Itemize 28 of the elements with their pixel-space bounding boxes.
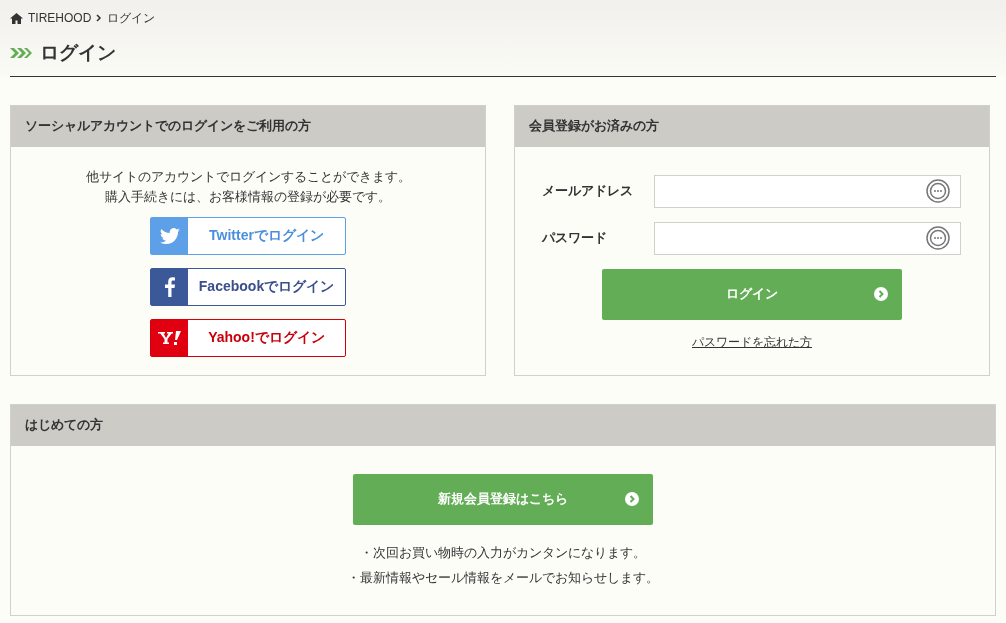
benefit-text: ・最新情報やセール情報をメールでお知らせします。	[347, 568, 659, 587]
dots-circle-icon	[926, 179, 950, 203]
arrow-circle-icon	[874, 286, 888, 301]
panel-heading: ソーシャルアカウントでのログインをご利用の方	[11, 105, 485, 147]
social-login-button[interactable]: Yahoo!でログイン	[150, 318, 346, 357]
chevron-right-icon	[96, 14, 103, 22]
panel-heading: はじめての方	[11, 404, 995, 446]
dots-circle-icon	[926, 226, 950, 250]
field-label: パスワード	[542, 229, 608, 248]
chevrons-icon	[10, 47, 32, 60]
letter-f-icon	[164, 276, 175, 297]
yahoo-logo-icon	[157, 329, 182, 346]
input-field[interactable]	[654, 221, 961, 255]
forgot-password-link[interactable]: パスワードを忘れた方	[692, 332, 812, 351]
bird-icon	[159, 227, 180, 244]
input-field[interactable]	[654, 174, 961, 208]
page-title: ログイン	[40, 41, 116, 65]
panel-heading: 会員登録がお済みの方	[515, 105, 989, 147]
description-text: 他サイトのアカウントでログインすることができます。	[85, 167, 411, 186]
breadcrumb-link[interactable]: TIREHOOD	[28, 9, 92, 27]
arrow-circle-icon	[625, 491, 639, 506]
social-login-button[interactable]: Facebookでログイン	[150, 267, 346, 306]
benefit-text: ・次回お買い物時の入力がカンタンになります。	[360, 543, 646, 562]
breadcrumb-current: ログイン	[107, 10, 156, 27]
field-label: メールアドレス	[542, 182, 634, 201]
social-login-button[interactable]: Twitterでログイン	[150, 216, 346, 255]
description-text: 購入手続きには、お客様情報の登録が必要です。	[105, 187, 391, 206]
home-icon	[10, 12, 23, 24]
